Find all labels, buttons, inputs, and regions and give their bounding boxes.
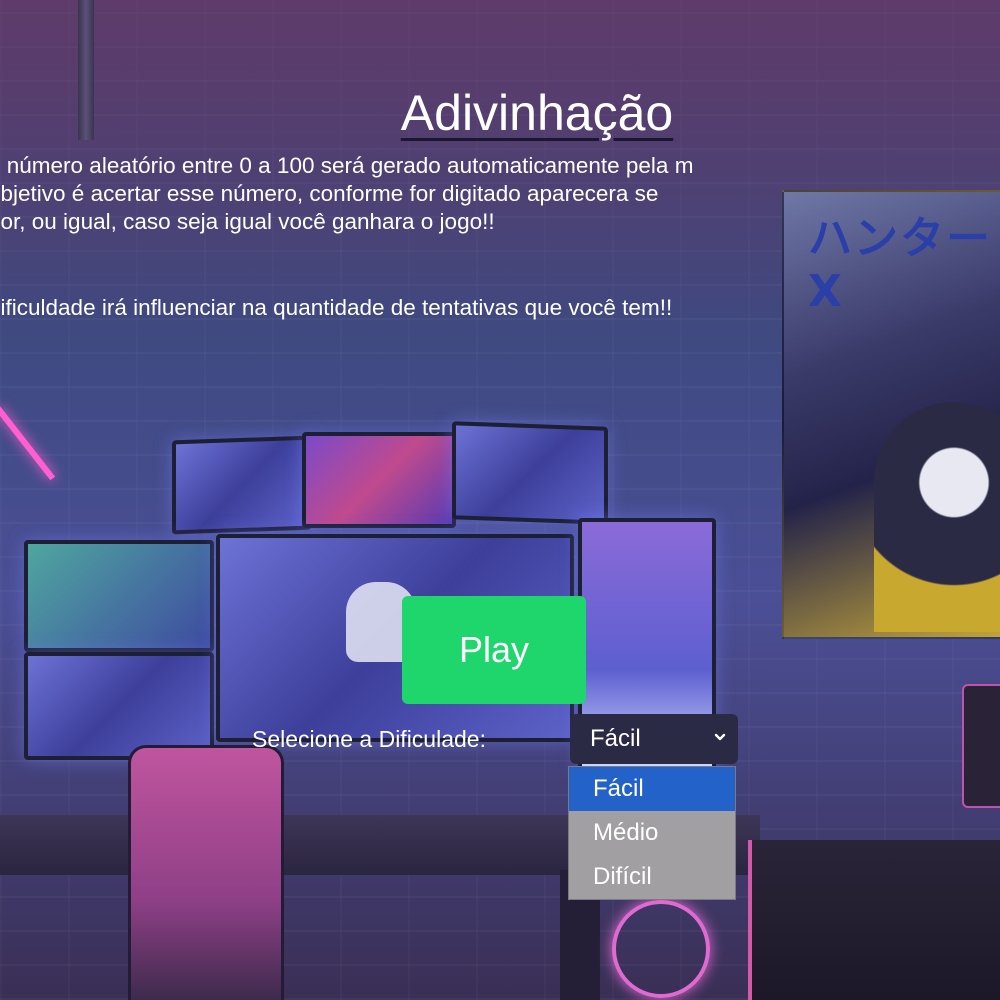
difficulty-dropdown: Fácil Médio Difícil xyxy=(568,766,736,900)
page-title: Adivinhação xyxy=(0,84,1000,142)
play-button[interactable]: Play xyxy=(402,596,586,704)
difficulty-select[interactable]: Fácil xyxy=(570,714,738,764)
difficulty-option-dificil[interactable]: Difícil xyxy=(569,855,735,899)
difficulty-label: Selecione a Dificulade: xyxy=(252,726,486,752)
difficulty-option-facil[interactable]: Fácil xyxy=(569,767,735,811)
background-monitor xyxy=(172,435,312,535)
difficulty-selected-value: Fácil xyxy=(590,725,641,752)
game-instructions: n número aleatório entre 0 a 100 será ge… xyxy=(0,152,1000,322)
chevron-down-icon xyxy=(714,733,726,741)
page-title-text: Adivinhação xyxy=(400,85,674,141)
instructions-line: objetivo é acertar esse número, conforme… xyxy=(0,181,659,206)
poster-character xyxy=(874,402,1000,632)
background-monitor xyxy=(24,652,214,760)
instructions-line: nor, ou igual, caso seja igual você ganh… xyxy=(0,209,495,234)
background-pc-tower xyxy=(748,840,1000,1000)
background-neon-ring xyxy=(612,900,710,998)
background-neon-sign xyxy=(962,684,1000,808)
instructions-spacer xyxy=(0,236,1000,294)
instructions-line: dificuldade irá influenciar na quantidad… xyxy=(0,295,673,320)
background-monitor xyxy=(302,432,456,528)
background-monitor xyxy=(452,421,608,525)
game-page: ハンターX Adivinhação n número aleatório ent… xyxy=(0,0,1000,1000)
background-monitor xyxy=(24,540,214,652)
instructions-line: n número aleatório entre 0 a 100 será ge… xyxy=(0,153,694,178)
difficulty-option-medio[interactable]: Médio xyxy=(569,811,735,855)
background-gaming-chair xyxy=(128,745,284,1000)
